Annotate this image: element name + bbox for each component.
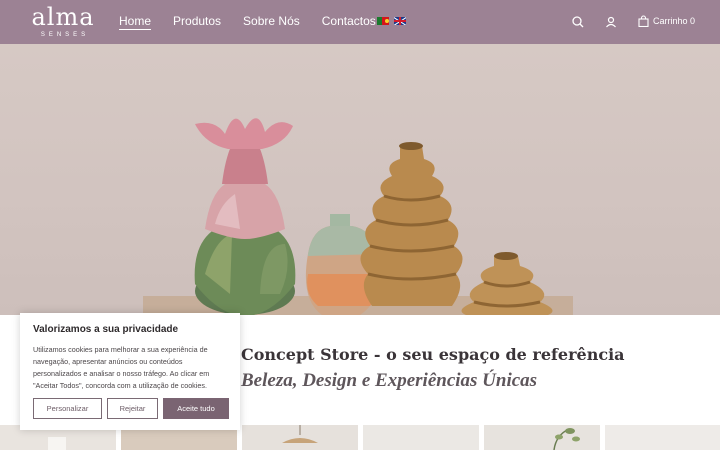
product-thumbnail[interactable]: [363, 425, 479, 450]
alma-senses-logo[interactable]: alma SENSES: [24, 3, 102, 40]
cookie-consent-dialog: Valorizamos a sua privacidade Utilizamos…: [20, 313, 240, 430]
nav-sobre-nos[interactable]: Sobre Nós: [243, 14, 300, 30]
product-thumbnail[interactable]: [484, 425, 600, 450]
nav-contactos[interactable]: Contactos: [322, 14, 376, 30]
store-tagline: Concept Store - o seu espaço de referênc…: [241, 345, 625, 364]
shopping-bag-icon: [638, 15, 649, 27]
main-nav: Home Produtos Sobre Nós Contactos: [119, 14, 398, 30]
customize-cookies-button[interactable]: Personalizar: [33, 398, 102, 419]
accept-all-cookies-button[interactable]: Aceite tudo: [163, 398, 229, 419]
page: alma SENSES Home Produtos Sobre Nós Cont…: [0, 0, 720, 450]
product-thumbnail[interactable]: [605, 425, 720, 450]
cookie-description: Utilizamos cookies para melhorar a sua e…: [33, 345, 210, 390]
site-header: alma SENSES Home Produtos Sobre Nós Cont…: [0, 0, 720, 44]
nav-produtos[interactable]: Produtos: [173, 14, 221, 30]
hero-banner: [0, 44, 720, 315]
product-thumbnail[interactable]: [242, 425, 358, 450]
cookie-buttons: Personalizar Rejeitar Aceite tudo: [33, 398, 229, 419]
english-flag-icon[interactable]: [394, 17, 406, 25]
cart-label: Carrinho 0: [653, 16, 696, 26]
logo-subtitle: SENSES: [40, 32, 90, 38]
account-icon[interactable]: [604, 15, 618, 29]
portuguese-flag-icon[interactable]: [377, 17, 389, 25]
nav-home[interactable]: Home: [119, 14, 152, 30]
cookie-title: Valorizamos a sua privacidade: [33, 324, 179, 335]
cart-button[interactable]: Carrinho 0: [638, 15, 695, 27]
store-subtagline: Beleza, Design e Experiências Únicas: [241, 370, 538, 391]
reject-cookies-button[interactable]: Rejeitar: [107, 398, 158, 419]
search-icon[interactable]: [571, 15, 585, 29]
ceramic-vases-illustration: [143, 118, 573, 315]
logo-wordmark: alma: [31, 3, 95, 31]
